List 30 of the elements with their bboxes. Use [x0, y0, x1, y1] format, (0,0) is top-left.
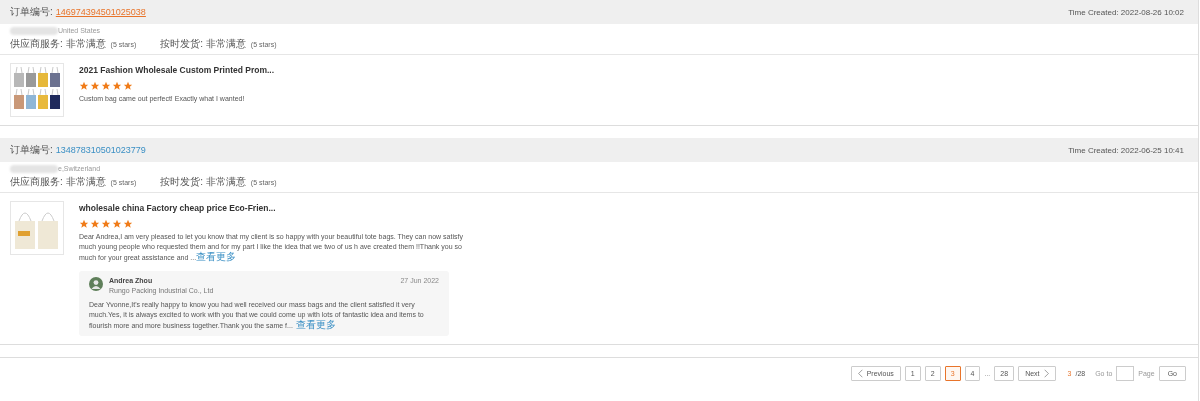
star-icon [112, 81, 122, 91]
page-input[interactable] [1116, 365, 1135, 381]
time-created: Time Created: 2022-08-26 10:02 [1068, 7, 1184, 17]
product-photo [10, 63, 64, 117]
product-photo [10, 201, 64, 255]
star-icon [123, 81, 133, 91]
rating-label: 供应商服务: 非常满意 [10, 37, 106, 51]
chevron-left-icon [857, 368, 863, 378]
star-icon [101, 219, 111, 229]
chevron-right-icon [1043, 368, 1049, 378]
redacted-name [10, 164, 58, 173]
rating-label: 供应商服务: 非常满意 [10, 175, 106, 189]
star-icon [101, 81, 111, 91]
star-icon [112, 219, 122, 229]
see-more-link[interactable]: 查看更多 [295, 319, 336, 330]
rating-label: 按时发货: 非常满意 [160, 175, 246, 189]
rating-label: 按时发货: 非常满意 [160, 37, 246, 51]
star-icon [79, 219, 89, 229]
avatar-icon [89, 277, 103, 291]
see-more-link[interactable]: 查看更多 [196, 251, 237, 262]
redacted-name [10, 26, 58, 35]
star-icon [123, 219, 133, 229]
star-icon [90, 81, 100, 91]
product-title[interactable]: wholesale china Factory cheap price Eco-Frien... [79, 203, 1188, 213]
product-title[interactable]: 2021 Fashion Wholesale Custom Printed Prom... [79, 65, 1188, 75]
order-label: 订单编号: [10, 5, 53, 19]
time-created: Time Created: 2022-06-25 10:41 [1068, 145, 1184, 155]
star-icon [90, 219, 100, 229]
star-icon [79, 81, 89, 91]
order-label: 订单编号: [10, 143, 53, 157]
